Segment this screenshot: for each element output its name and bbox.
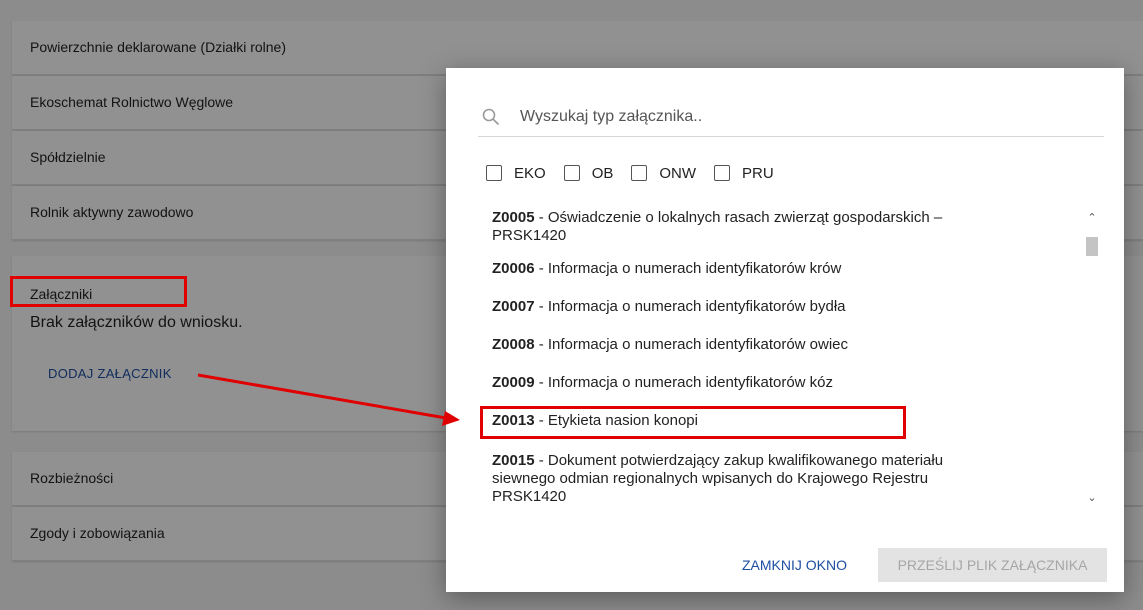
annotation-arrow <box>197 373 460 426</box>
